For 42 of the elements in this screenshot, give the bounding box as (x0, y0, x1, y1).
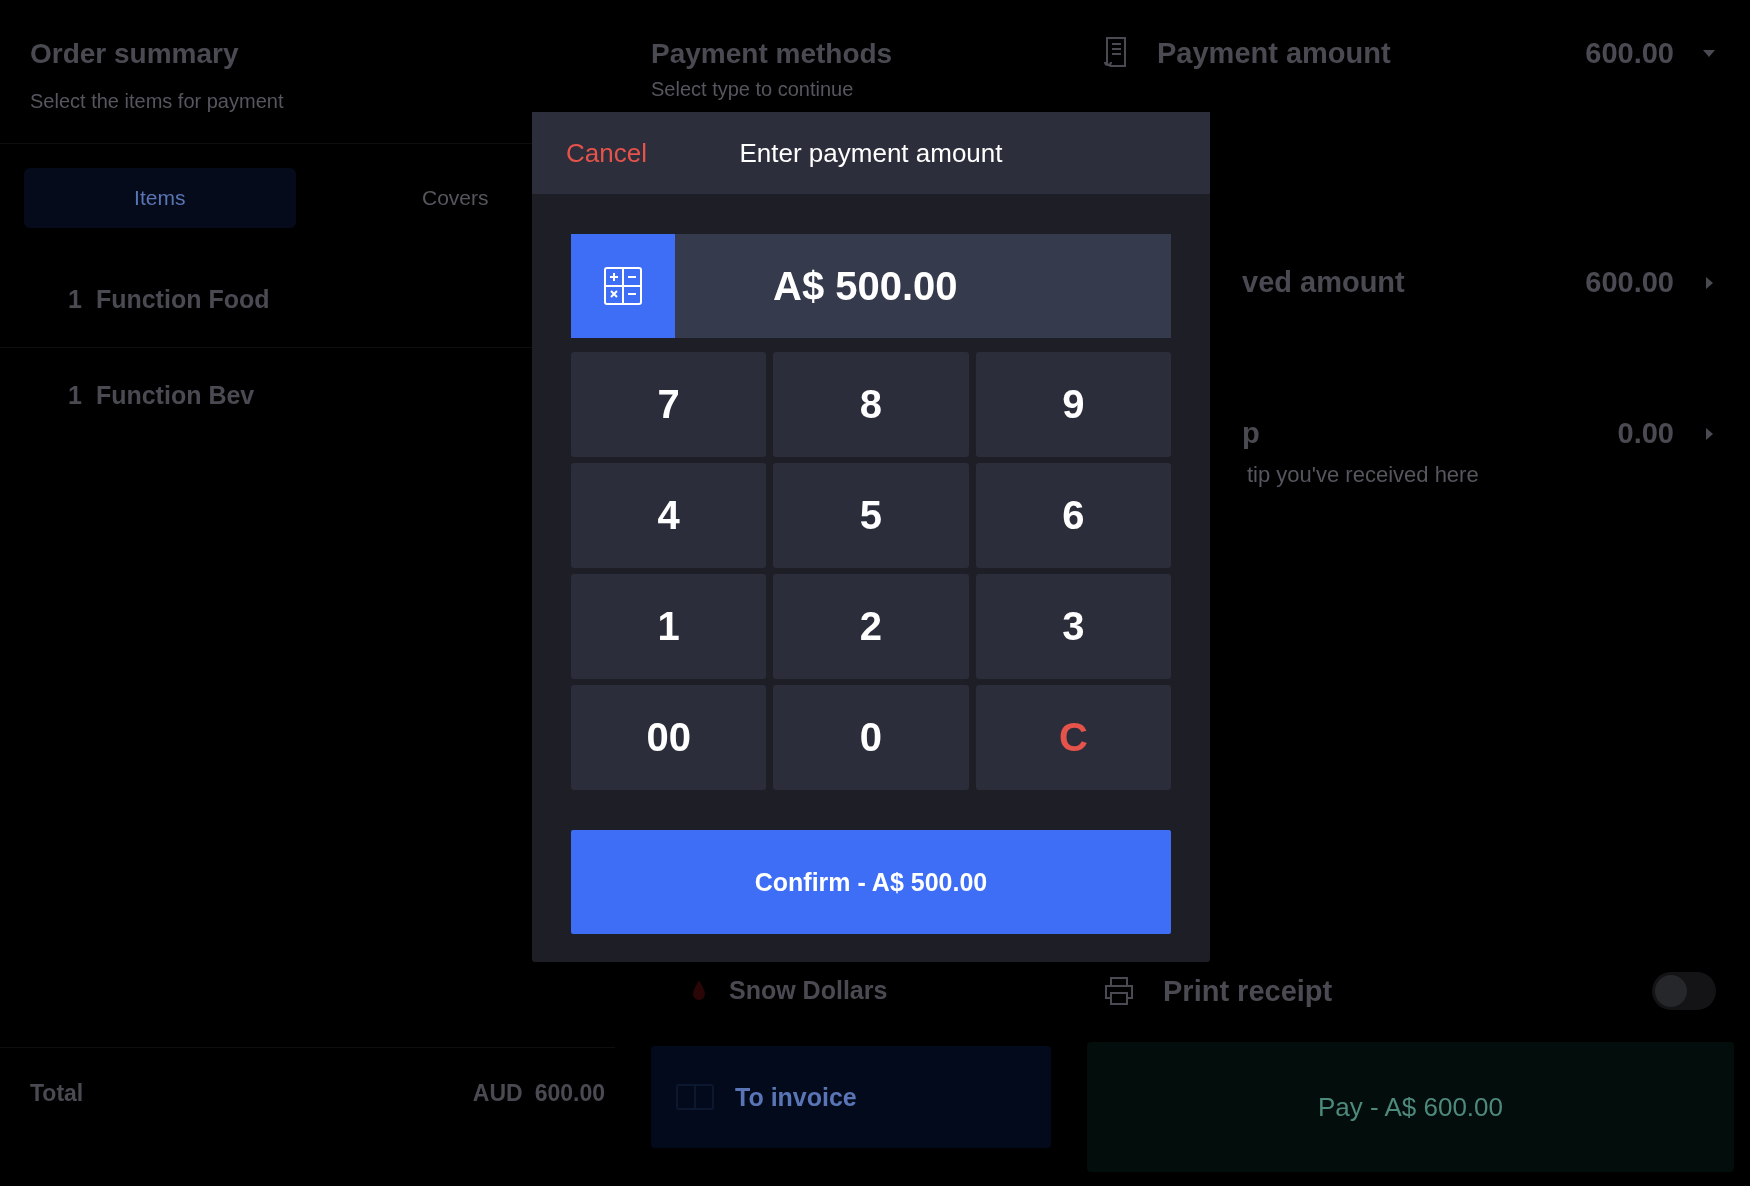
payment-amount-label: Payment amount (1157, 36, 1391, 70)
pay-button[interactable]: Pay - A$ 600.00 (1087, 1042, 1734, 1172)
digit-key[interactable]: 4 (571, 463, 767, 568)
received-amount-value: 600.00 (1585, 266, 1674, 299)
digit-key[interactable]: 7 (571, 352, 767, 457)
panel-subtitle: Select the items for payment (30, 90, 285, 113)
dialog-title: Enter payment amount (739, 137, 1003, 169)
confirm-button[interactable]: Confirm - A$ 500.00 (571, 830, 1171, 934)
receipt-icon (1103, 36, 1129, 70)
total-amount: 600.00 (534, 1079, 605, 1107)
digit-key[interactable]: 9 (975, 352, 1171, 457)
payment-amount-value: 600.00 (1585, 36, 1674, 70)
digit-key[interactable]: 6 (975, 463, 1171, 568)
panel-subtitle: Select type to continue (651, 78, 855, 101)
print-receipt-toggle[interactable] (1652, 972, 1716, 1010)
total-label: Total (30, 1079, 84, 1107)
print-receipt-label: Print receipt (1163, 974, 1333, 1008)
digit-key[interactable]: 2 (773, 574, 969, 679)
digit-key[interactable]: 3 (975, 574, 1171, 679)
printer-icon (1103, 976, 1135, 1006)
clear-key[interactable]: C (975, 685, 1171, 790)
panel-title: Payment methods (651, 37, 894, 70)
item-quantity: 1 (68, 285, 82, 314)
digit-key[interactable]: 0 (773, 685, 969, 790)
drop-icon (691, 979, 707, 1001)
item-name: Function Bev (95, 381, 255, 410)
panel-title: Order summary (30, 37, 240, 70)
received-amount-label: ved amount (1242, 266, 1405, 299)
calculator-icon (604, 267, 642, 305)
tip-hint: tip you've received here (1246, 462, 1480, 488)
digit-key[interactable]: 8 (773, 352, 969, 457)
segment-tab[interactable]: Items (24, 168, 296, 228)
item-name: Function Food (95, 285, 270, 314)
digit-key[interactable]: 1 (571, 574, 767, 679)
tip-label: p (1242, 417, 1260, 450)
item-quantity: 1 (68, 381, 82, 410)
invoice-button[interactable]: To invoice (651, 1046, 1051, 1148)
total-currency: AUD (472, 1079, 523, 1107)
digit-key[interactable]: 00 (571, 685, 767, 790)
digit-key[interactable]: 5 (773, 463, 969, 568)
cancel-button[interactable]: Cancel (566, 137, 647, 169)
tip-value: 0.00 (1617, 417, 1674, 450)
